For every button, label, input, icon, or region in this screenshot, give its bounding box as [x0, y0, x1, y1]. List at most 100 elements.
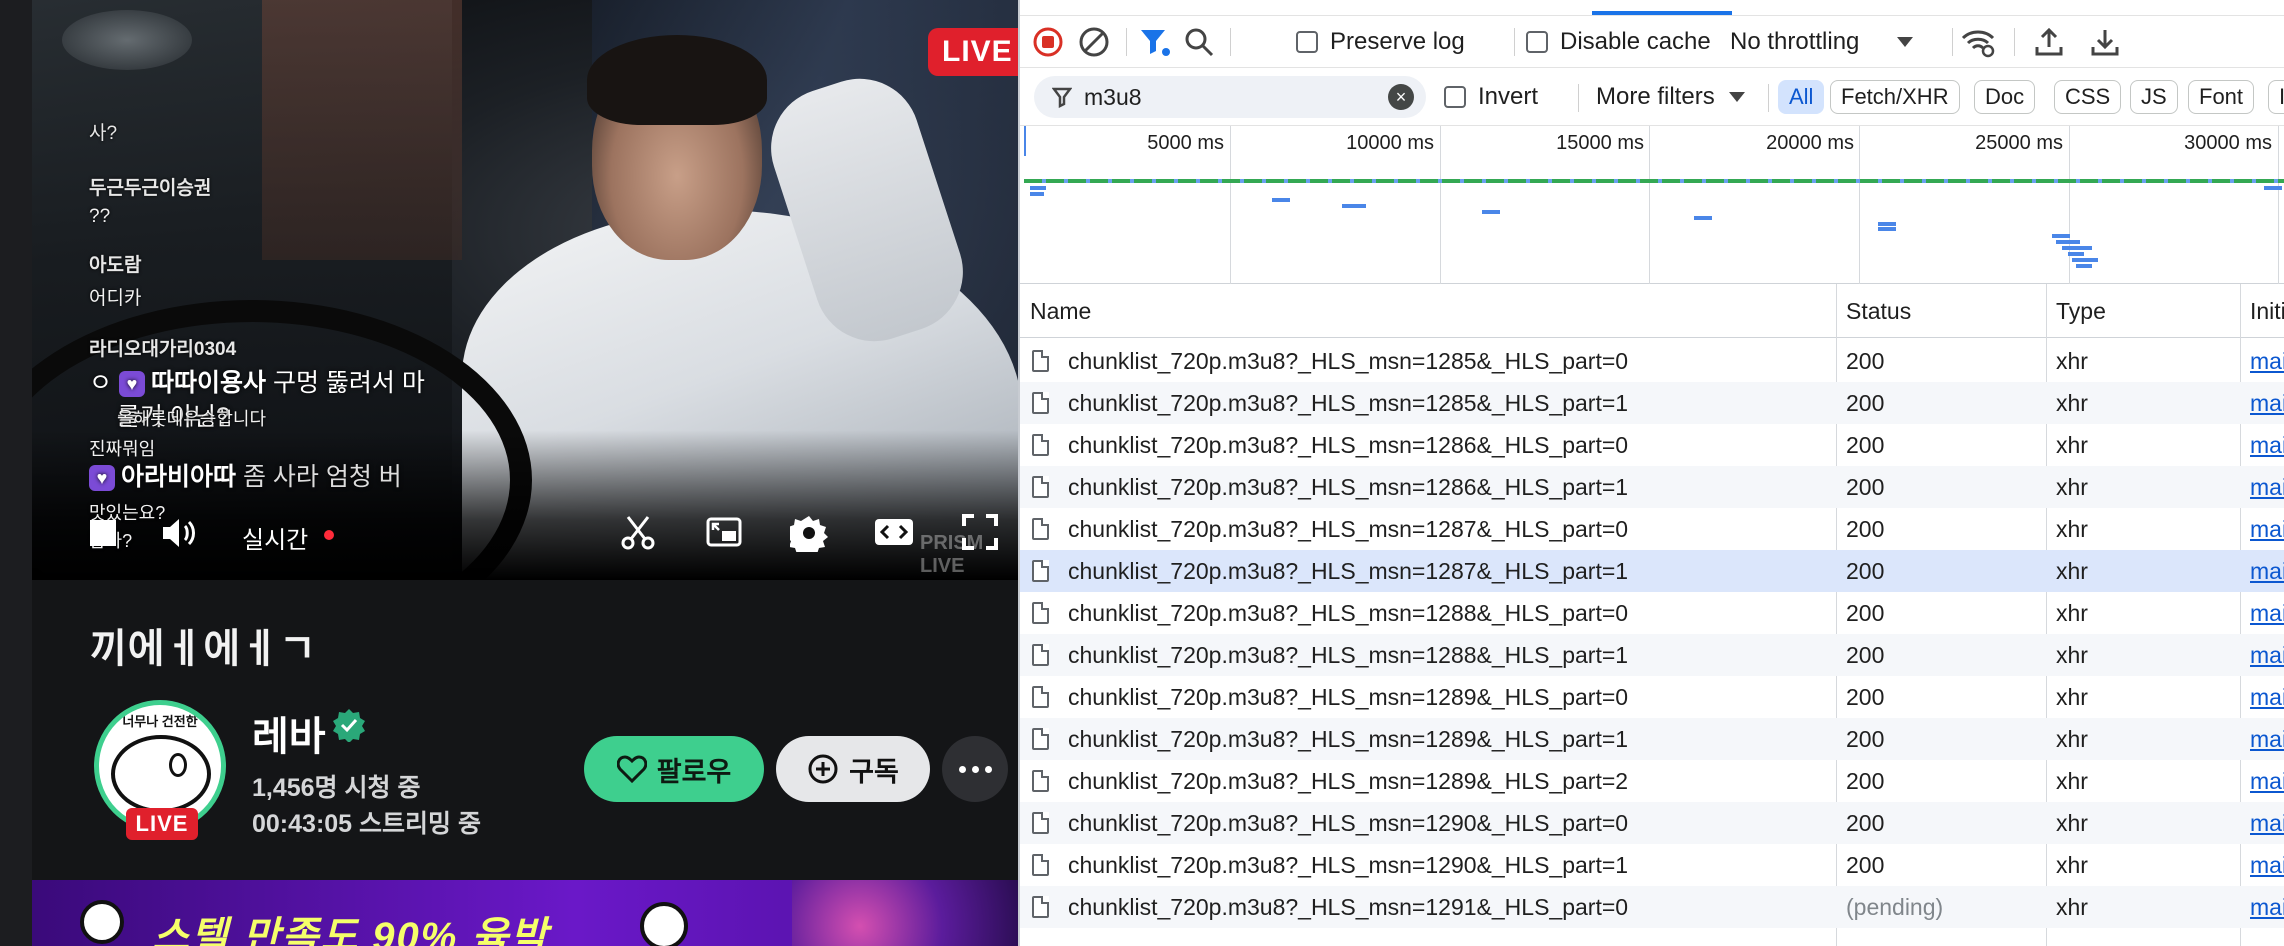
donation-text: 구멍 뚫려서 마 — [272, 369, 425, 397]
stream-info: 끼에ㅔ에ㅔㄱ 너무나 건전한 LIVE 레바 1,456명 시청 중 00:43… — [32, 580, 1018, 880]
request-initiator[interactable]: mai — [2250, 550, 2284, 592]
clear-button[interactable] — [1078, 16, 1110, 68]
filter-toggle-button[interactable] — [1138, 16, 1172, 68]
request-status: 200 — [1846, 810, 1885, 836]
request-initiator[interactable]: mai — [2250, 508, 2284, 550]
type-filter-font[interactable]: Font — [2188, 80, 2255, 114]
overview-request-bar — [1878, 227, 1896, 231]
document-icon — [1032, 686, 1049, 708]
pause-button[interactable] — [88, 518, 118, 548]
more-options-button[interactable] — [942, 736, 1008, 802]
type-filter-all[interactable]: All — [1778, 80, 1825, 114]
chat-message: ?? — [89, 206, 111, 227]
invert-checkbox[interactable] — [1444, 86, 1466, 108]
request-status: 200 — [1846, 726, 1885, 752]
request-type: xhr — [2056, 684, 2088, 710]
column-header-initiator[interactable]: Initi — [2240, 284, 2284, 338]
table-row[interactable]: chunklist_720p.m3u8?_HLS_msn=1290&_HLS_p… — [1020, 844, 2284, 886]
wide-mode-button[interactable] — [874, 518, 914, 546]
request-initiator[interactable]: mai — [2250, 802, 2284, 844]
disable-cache-label: Disable cache — [1560, 28, 1711, 55]
video-player[interactable]: 사? 두근두근이승권 ?? 아도람 어디카 라디오대가리0304 ㅇ ♥ 따따이용… — [32, 0, 1018, 580]
request-name: chunklist_720p.m3u8?_HLS_msn=1285&_HLS_p… — [1068, 348, 1629, 374]
table-row[interactable]: chunklist_720p.m3u8?_HLS_msn=1291&_HLS_p… — [1020, 886, 2284, 928]
table-row[interactable]: chunklist_720p.m3u8?_HLS_msn=1286&_HLS_p… — [1020, 466, 2284, 508]
request-name: chunklist_720p.m3u8?_HLS_msn=1288&_HLS_p… — [1068, 600, 1629, 626]
table-row[interactable]: chunklist_720p.m3u8?_HLS_msn=1290&_HLS_p… — [1020, 802, 2284, 844]
type-filter-js[interactable]: JS — [2130, 80, 2178, 114]
pip-button[interactable] — [706, 516, 742, 548]
dropdown-arrow-icon — [1897, 37, 1914, 47]
table-row[interactable]: chunklist_720p.m3u8?_HLS_msn=1289&_HLS_p… — [1020, 718, 2284, 760]
record-button[interactable] — [1032, 16, 1064, 68]
type-filter-fetch-xhr[interactable]: Fetch/XHR — [1830, 80, 1960, 114]
request-initiator[interactable]: mai — [2250, 718, 2284, 760]
export-har-button[interactable] — [2090, 16, 2120, 68]
type-filter-css[interactable]: CSS — [2054, 80, 2122, 114]
filter-input[interactable] — [1084, 83, 1374, 111]
request-initiator[interactable]: mai — [2250, 676, 2284, 718]
preserve-log-checkbox[interactable] — [1296, 31, 1318, 53]
table-row[interactable]: chunklist_720p.m3u8?_HLS_msn=1285&_HLS_p… — [1020, 340, 2284, 382]
settings-button[interactable] — [790, 514, 828, 552]
volume-button[interactable] — [160, 516, 198, 550]
type-filter-img[interactable]: I — [2268, 80, 2284, 114]
filter-field[interactable]: × — [1034, 76, 1426, 118]
chat-nick: 아도람 — [89, 255, 142, 276]
request-initiator[interactable]: mai — [2250, 424, 2284, 466]
search-button[interactable] — [1184, 16, 1214, 68]
realtime-label[interactable]: 실시간 — [242, 520, 308, 555]
request-initiator[interactable]: mai — [2250, 634, 2284, 676]
request-initiator[interactable]: mai — [2250, 844, 2284, 886]
request-initiator[interactable]: mai — [2250, 592, 2284, 634]
disable-cache-checkbox[interactable] — [1526, 31, 1548, 53]
overview-request-bar — [1342, 204, 1366, 208]
column-header-name[interactable]: Name — [1020, 284, 1091, 338]
request-initiator[interactable]: mai — [2250, 466, 2284, 508]
request-type: xhr — [2056, 852, 2088, 878]
table-row[interactable]: chunklist_720p.m3u8?_HLS_msn=1288&_HLS_p… — [1020, 592, 2284, 634]
filter-funnel-icon — [1141, 30, 1170, 56]
table-row[interactable]: chunklist_720p.m3u8?_HLS_msn=1288&_HLS_p… — [1020, 634, 2284, 676]
disable-cache-toggle[interactable]: Disable cache — [1526, 16, 1711, 68]
more-filters-dropdown[interactable]: More filters — [1596, 71, 1747, 123]
clear-filter-icon[interactable]: × — [1388, 84, 1414, 110]
invert-toggle[interactable]: Invert — [1444, 71, 1538, 123]
column-header-type[interactable]: Type — [2046, 284, 2106, 338]
left-gutter — [0, 0, 32, 946]
request-initiator[interactable]: mai — [2250, 760, 2284, 802]
request-initiator[interactable]: mai — [2250, 886, 2284, 928]
request-type: xhr — [2056, 726, 2088, 752]
preserve-log-toggle[interactable]: Preserve log — [1296, 16, 1465, 68]
plus-circle-icon — [808, 754, 838, 784]
stream-uptime: 00:43:05 스트리밍 중 — [252, 810, 481, 838]
throttling-select[interactable]: No throttling — [1730, 16, 1915, 68]
table-row[interactable]: chunklist_720p.m3u8?_HLS_msn=1287&_HLS_p… — [1020, 550, 2284, 592]
column-header-status[interactable]: Status — [1836, 284, 1911, 338]
table-row[interactable]: chunklist_720p.m3u8?_HLS_msn=1289&_HLS_p… — [1020, 676, 2284, 718]
chat-message: 어디카 — [89, 288, 142, 309]
table-row[interactable]: chunklist_720p.m3u8?_HLS_msn=1287&_HLS_p… — [1020, 508, 2284, 550]
table-row[interactable]: chunklist_720p.m3u8?_HLS_msn=1285&_HLS_p… — [1020, 382, 2284, 424]
request-initiator[interactable]: mai — [2250, 340, 2284, 382]
streamer-name[interactable]: 레바 — [252, 704, 326, 762]
table-row[interactable]: chunklist_720p.m3u8?_HLS_msn=1286&_HLS_p… — [1020, 424, 2284, 466]
subscribe-button[interactable]: 구독 — [776, 736, 930, 802]
follow-button[interactable]: 팔로우 — [584, 736, 764, 802]
video-ceiling-light — [62, 10, 192, 70]
document-icon — [1032, 812, 1049, 834]
type-filter-doc[interactable]: Doc — [1974, 80, 2036, 114]
chat-overlay: 사? 두근두근이승권 ?? 아도람 어디카 라디오대가리0304 ㅇ ♥ 따따이용… — [89, 118, 509, 553]
network-overview-timeline[interactable]: 5000 ms 10000 ms 15000 ms 20000 ms 25000… — [1020, 126, 2284, 284]
table-row[interactable]: chunklist_720p.m3u8?_HLS_msn=1289&_HLS_p… — [1020, 760, 2284, 802]
network-conditions-button[interactable] — [1960, 16, 1996, 68]
more-filters-label: More filters — [1596, 83, 1715, 110]
request-initiator[interactable]: mai — [2250, 382, 2284, 424]
import-har-button[interactable] — [2034, 16, 2064, 68]
request-status: 200 — [1846, 432, 1885, 458]
request-name: chunklist_720p.m3u8?_HLS_msn=1290&_HLS_p… — [1068, 852, 1629, 878]
document-icon — [1032, 854, 1049, 876]
promo-banner[interactable]: 스텔 만족도 90% 육박 — [32, 880, 1018, 946]
clip-button[interactable] — [620, 514, 656, 552]
banner-text: 스텔 만족도 90% 육박 — [152, 915, 549, 946]
